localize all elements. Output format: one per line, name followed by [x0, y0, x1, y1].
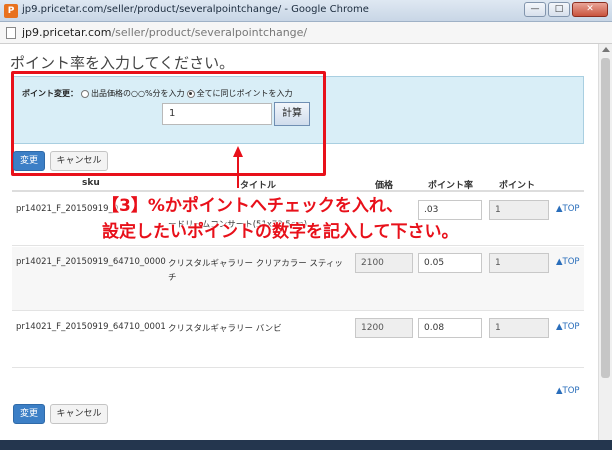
top-link[interactable]: ▲TOP [556, 322, 580, 332]
row-title: クリスタルギャラリー クリアカラー スティッチ [168, 259, 343, 283]
taskbar [0, 440, 612, 450]
row-sku: pr14021_F_20150919_64710_0000 [16, 257, 166, 267]
url-text[interactable]: jp9.pricetar.com/seller/product/severalp… [22, 26, 307, 39]
header-title: タイトル [240, 181, 277, 191]
table-row: pr14021_F_20150919_64710_0000 クリスタルギャラリー… [12, 247, 584, 311]
minimize-button[interactable]: — [524, 2, 546, 17]
url-host: jp9.pricetar.com [22, 26, 112, 39]
scroll-thumb[interactable] [601, 58, 610, 378]
annotation-line-2: 設定したいポイントの数字を記入して下さい。 [102, 222, 459, 242]
cancel-button-top[interactable]: キャンセル [50, 151, 108, 171]
vertical-scrollbar[interactable] [598, 44, 612, 450]
rate-input[interactable]: 0.05 [418, 253, 482, 273]
save-button-top[interactable]: 変更 [13, 151, 45, 171]
window-title: jp9.pricetar.com/seller/product/severalp… [22, 4, 369, 15]
rate-input[interactable]: 0.08 [418, 318, 482, 338]
point-readonly: 1 [489, 318, 549, 338]
price-readonly: 1200 [355, 318, 413, 338]
window-controls: — □ ✕ [524, 2, 608, 18]
cancel-button-bottom[interactable]: キャンセル [50, 404, 108, 424]
page-content: ポイント率を入力してください。 ポイント変更： 出品価格の○○%分を入力 全てに… [0, 44, 612, 450]
row-title: クリスタルギャラリー バンビ [168, 324, 282, 334]
address-bar[interactable]: jp9.pricetar.com/seller/product/severalp… [0, 22, 612, 44]
page-title: ポイント率を入力してください。 [10, 54, 235, 72]
annotation-text: 【3】%かポイントへチェックを入れ、 設定したいポイントの数字を記入して下さい。 [102, 193, 512, 245]
app-icon: P [4, 4, 18, 18]
price-readonly: 2100 [355, 253, 413, 273]
footer-top-link[interactable]: ▲TOP [556, 386, 580, 396]
point-readonly: 1 [489, 253, 549, 273]
header-point: ポイント [499, 181, 536, 191]
table-header: sku タイトル 価格 ポイント率 ポイント [12, 174, 584, 192]
header-rate: ポイント率 [428, 181, 474, 191]
top-link[interactable]: ▲TOP [556, 204, 580, 214]
header-price: 価格 [375, 181, 394, 191]
table-row: pr14021_F_20150919_64710_0001 クリスタルギャラリー… [12, 312, 584, 368]
maximize-button[interactable]: □ [548, 2, 570, 17]
row-sku: pr14021_F_20150919_64710_0001 [16, 322, 166, 332]
annotation-line-1: 【3】%かポイントへチェックを入れ、 [102, 196, 404, 216]
save-button-bottom[interactable]: 変更 [13, 404, 45, 424]
url-path: /seller/product/severalpointchange/ [111, 26, 308, 39]
top-link[interactable]: ▲TOP [556, 257, 580, 267]
scroll-up-icon[interactable] [602, 47, 610, 52]
window-titlebar: P jp9.pricetar.com/seller/product/severa… [0, 0, 612, 22]
page-icon [6, 27, 16, 39]
close-button[interactable]: ✕ [572, 2, 608, 17]
header-sku: sku [82, 178, 100, 188]
